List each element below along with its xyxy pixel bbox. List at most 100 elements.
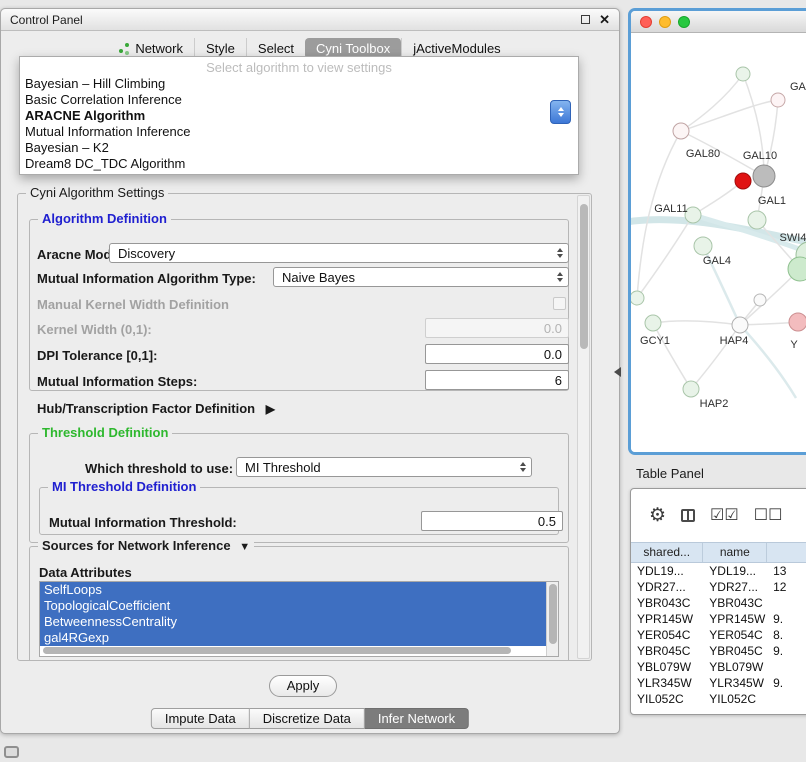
table-row[interactable]: YLR345WYLR345W9.: [631, 675, 806, 691]
table-cell: YBL079W: [703, 659, 767, 675]
algorithm-option-bayesian-hill-climbing[interactable]: Bayesian – Hill Climbing: [20, 76, 578, 92]
mi-algorithm-type-select[interactable]: Naive Bayes: [273, 267, 569, 287]
column-header-name[interactable]: name: [703, 543, 767, 562]
mi-steps-field[interactable]: [425, 370, 569, 390]
network-node-gal1[interactable]: [748, 211, 766, 229]
table-row[interactable]: YBL079WYBL079W: [631, 659, 806, 675]
table-cell: [767, 595, 806, 611]
bottom-tab-infer-network[interactable]: Infer Network: [365, 708, 469, 729]
algorithm-options: Bayesian – Hill ClimbingBasic Correlatio…: [20, 76, 578, 172]
apply-button[interactable]: Apply: [269, 675, 337, 697]
table-row[interactable]: YDR27...YDR27...12: [631, 579, 806, 595]
table-row[interactable]: YPR145WYPR145W9.: [631, 611, 806, 627]
network-node[interactable]: [771, 93, 785, 107]
sources-group-title: Sources for Network Inference: [42, 538, 231, 553]
network-node-gal4[interactable]: [694, 237, 712, 255]
aracne-mode-value: Discovery: [118, 246, 175, 261]
deselect-all-icon[interactable]: ☐☐: [754, 508, 783, 524]
tab-label: Cyni Toolbox: [316, 41, 390, 56]
bottom-tab-discretize-data[interactable]: Discretize Data: [250, 708, 365, 729]
which-threshold-select[interactable]: MI Threshold: [236, 457, 532, 477]
attribute-item-gal4rgexp[interactable]: gal4RGexp: [40, 630, 546, 646]
dpi-tolerance-field[interactable]: [425, 344, 569, 364]
table-row[interactable]: YBR043CYBR043C: [631, 595, 806, 611]
combo-stepper-icon: [551, 268, 568, 286]
network-node[interactable]: [754, 294, 766, 306]
which-threshold-value: MI Threshold: [245, 460, 321, 475]
network-node-label: GAL4: [703, 255, 731, 267]
stepper-down-icon: [558, 113, 564, 117]
network-node-red[interactable]: [735, 173, 751, 189]
zoom-button[interactable]: [678, 16, 690, 28]
control-panel-title: Control Panel: [10, 13, 83, 27]
columns-icon[interactable]: [681, 509, 695, 522]
list-horizontal-scrollbar-thumb[interactable]: [43, 647, 511, 654]
network-node-gal80[interactable]: [673, 123, 689, 139]
attributes-listbox[interactable]: SelfLoopsTopologicalCoefficientBetweenne…: [39, 581, 559, 657]
bottom-tab-impute-data[interactable]: Impute Data: [151, 708, 250, 729]
settings-scrollbar-thumb[interactable]: [580, 204, 588, 349]
column-header-shared[interactable]: shared...: [631, 543, 703, 562]
table-cell: YLR345W: [703, 675, 767, 691]
close-icon[interactable]: ✕: [599, 14, 610, 26]
stepper-up-icon: [558, 107, 564, 111]
splitter-grip[interactable]: [614, 367, 621, 377]
algorithm-dropdown-popup: Select algorithm to view settings Bayesi…: [19, 56, 579, 175]
column-header-extra[interactable]: [767, 543, 806, 562]
network-window-titlebar[interactable]: [631, 11, 806, 33]
network-canvas[interactable]: GALGAL80GAL10GAL11GAL1SWI4GAL4GCY1HAP4HA…: [631, 33, 806, 452]
table-row[interactable]: YIL052CYIL052C: [631, 691, 806, 707]
table-cell: YIL052C: [631, 691, 703, 707]
list-scrollbar[interactable]: [546, 582, 558, 656]
table-cell: YPR145W: [703, 611, 767, 627]
show-panel-icon[interactable]: [4, 746, 19, 758]
table-cell: YDR27...: [631, 579, 703, 595]
network-node-gal10[interactable]: [753, 165, 775, 187]
table-cell: YPR145W: [631, 611, 703, 627]
network-node[interactable]: [631, 291, 644, 305]
hub-definition-toggle[interactable]: Hub/Transcription Factor Definition ▶: [37, 401, 275, 416]
attribute-item-selfloops[interactable]: SelfLoops: [40, 582, 546, 598]
network-node-gcy1[interactable]: [645, 315, 661, 331]
expand-right-icon[interactable]: ▶: [266, 402, 275, 416]
network-node-pink[interactable]: [789, 313, 806, 331]
table-cell: YBR043C: [631, 595, 703, 611]
aracne-mode-select[interactable]: Discovery: [109, 243, 569, 263]
manual-kernel-checkbox: [553, 297, 566, 310]
sources-group-header[interactable]: Sources for Network Inference ▼: [38, 538, 254, 553]
algorithm-option-dream8-dc-tdc-algorithm[interactable]: Dream8 DC_TDC Algorithm: [20, 156, 578, 172]
table-row[interactable]: YER054CYER054C8.: [631, 627, 806, 643]
table-row[interactable]: YDL19...YDL19...13: [631, 563, 806, 579]
control-panel-titlebar[interactable]: Control Panel ✕: [1, 9, 619, 31]
network-node-label: SWI4: [780, 232, 806, 244]
mi-threshold-field[interactable]: [421, 511, 563, 531]
open-combo-stepper[interactable]: [550, 100, 571, 124]
mi-algorithm-type-value: Naive Bayes: [282, 270, 355, 285]
algorithm-option-bayesian-k2[interactable]: Bayesian – K2: [20, 140, 578, 156]
settings-scrollbar[interactable]: [577, 195, 590, 659]
algorithm-option-mutual-information-inference[interactable]: Mutual Information Inference: [20, 124, 578, 140]
table-panel-window: ⚙ ☑☑ ☐☐ shared...name YDL19...YDL19...13…: [630, 488, 806, 715]
attribute-item-betweennesscentrality[interactable]: BetweennessCentrality: [40, 614, 546, 630]
mi-steps-label: Mutual Information Steps:: [37, 374, 197, 389]
attribute-item-topologicalcoefficient[interactable]: TopologicalCoefficient: [40, 598, 546, 614]
close-button[interactable]: [640, 16, 652, 28]
kernel-width-field: [425, 318, 569, 338]
collapse-down-icon[interactable]: ▼: [239, 541, 250, 553]
list-scrollbar-thumb[interactable]: [549, 584, 557, 644]
float-window-icon[interactable]: [581, 15, 590, 24]
network-graph: GALGAL80GAL10GAL11GAL1SWI4GAL4GCY1HAP4HA…: [631, 33, 806, 452]
minimize-button[interactable]: [659, 16, 671, 28]
algorithm-option-basic-correlation-inference[interactable]: Basic Correlation Inference: [20, 92, 578, 108]
network-node-hap2[interactable]: [683, 381, 699, 397]
network-node-hap4[interactable]: [732, 317, 748, 333]
network-edge: [740, 325, 796, 398]
manual-kernel-label: Manual Kernel Width Definition: [37, 297, 229, 312]
table-toolbar: ⚙ ☑☑ ☐☐: [631, 489, 806, 542]
table-row[interactable]: YBR045CYBR045C9.: [631, 643, 806, 659]
algorithm-option-aracne-algorithm[interactable]: ARACNE Algorithm: [20, 108, 578, 124]
table-panel-label: Table Panel: [636, 466, 704, 481]
gear-icon[interactable]: ⚙: [649, 508, 666, 524]
network-node[interactable]: [736, 67, 750, 81]
select-all-icon[interactable]: ☑☑: [710, 508, 739, 524]
